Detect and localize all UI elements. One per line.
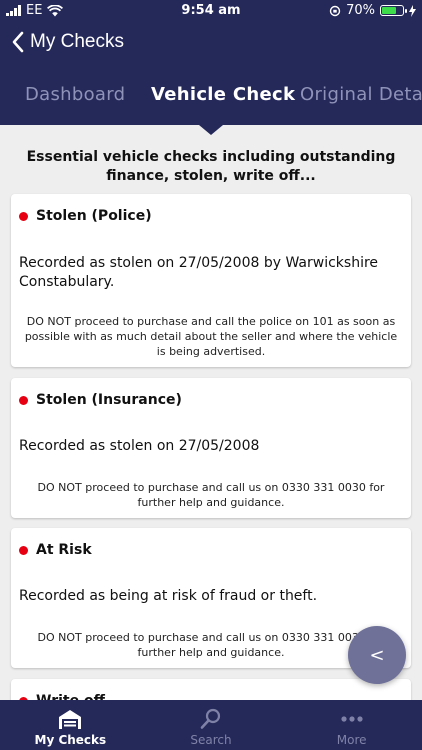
card-title: Stolen (Insurance)	[36, 392, 182, 408]
status-bar: EE 9:54 am 70%	[0, 0, 422, 22]
card-title: At Risk	[36, 542, 92, 558]
nav-search[interactable]: Search	[141, 700, 282, 750]
alert-dot-icon	[19, 395, 28, 405]
collapse-fab-button[interactable]: <	[348, 626, 406, 684]
card-advice: DO NOT proceed to purchase and call us o…	[37, 481, 385, 509]
card-record: Recorded as being at risk of fraud or th…	[19, 588, 318, 604]
tab-original-details[interactable]: Original Detai	[300, 84, 422, 105]
alert-dot-icon	[19, 211, 28, 221]
charging-icon	[409, 4, 416, 17]
card-advice: DO NOT proceed to purchase and call the …	[24, 315, 398, 358]
card-advice: DO NOT proceed to purchase and call us o…	[37, 631, 385, 659]
search-icon	[200, 708, 221, 729]
battery-percent: 70%	[346, 3, 375, 18]
card-title: Stolen (Police)	[36, 208, 152, 224]
chevron-left-icon	[12, 31, 24, 53]
active-tab-indicator	[199, 125, 223, 135]
tab-vehicle-check[interactable]: Vehicle Check	[151, 84, 295, 105]
app-header: EE 9:54 am 70% My Checks Dashboard Vehic…	[0, 0, 422, 125]
garage-icon	[59, 710, 82, 729]
intro-text: Essential vehicle checks including outst…	[26, 149, 396, 184]
nav-label: My Checks	[34, 733, 107, 747]
card-record: Recorded as stolen on 27/05/2008 by Warw…	[19, 255, 379, 290]
more-dots-icon	[341, 716, 363, 722]
nav-more[interactable]: More	[281, 700, 422, 750]
card-stolen-police: Stolen (Police) Recorded as stolen on 27…	[11, 194, 411, 367]
tab-bar: Dashboard Vehicle Check Original Detai	[0, 66, 422, 125]
alert-dot-icon	[19, 545, 28, 555]
battery-icon	[380, 5, 407, 16]
card-record: Recorded as stolen on 27/05/2008	[19, 438, 260, 454]
orientation-lock-icon	[329, 5, 341, 16]
tab-dashboard[interactable]: Dashboard	[25, 84, 125, 105]
back-button[interactable]: My Checks	[10, 30, 124, 54]
card-stolen-insurance: Stolen (Insurance) Recorded as stolen on…	[11, 378, 411, 518]
nav-my-checks[interactable]: My Checks	[0, 700, 141, 750]
nav-label: Search	[190, 733, 232, 747]
nav-label: More	[336, 733, 367, 747]
back-label: My Checks	[30, 31, 124, 52]
bottom-nav: My Checks Search More	[0, 700, 422, 750]
